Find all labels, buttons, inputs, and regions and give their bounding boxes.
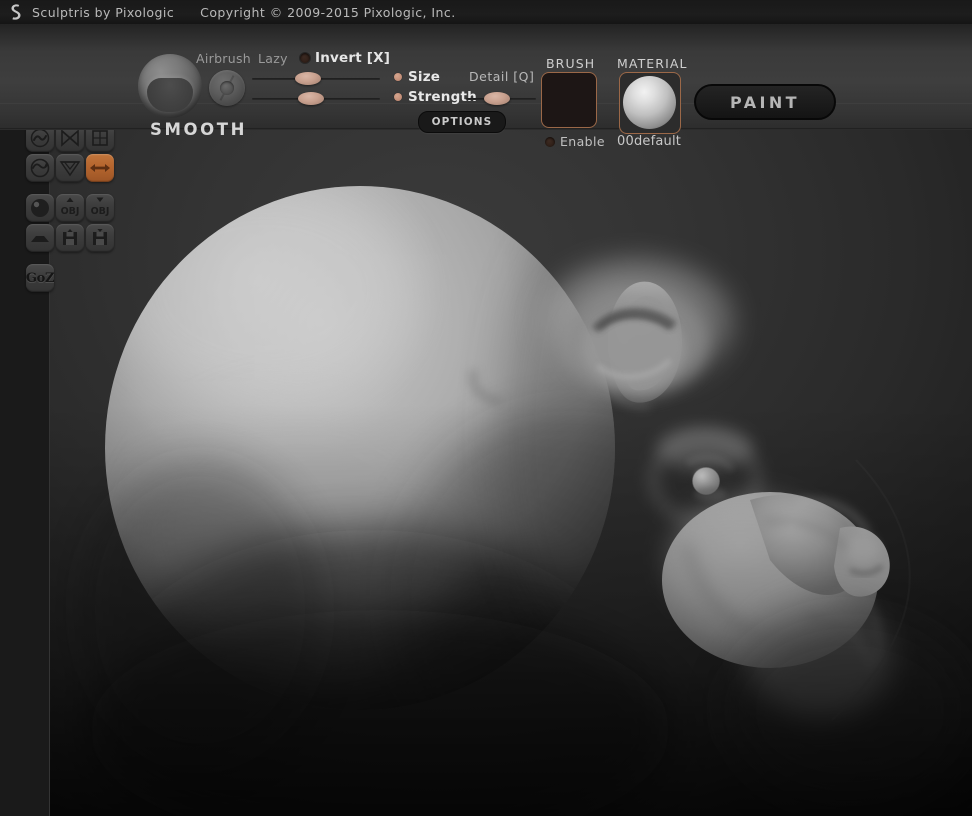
wireframe-grid-icon <box>90 128 110 148</box>
brush-color-swatch[interactable] <box>541 72 597 128</box>
svg-text:OBJ: OBJ <box>61 206 80 217</box>
top-toolbar-panel: SMOOTH Airbrush Lazy Invert [X] Size Str… <box>0 24 972 149</box>
brush-preview-dome <box>147 78 193 112</box>
tool-button-subdivide[interactable] <box>56 154 84 182</box>
reduce-brush-icon <box>29 127 51 149</box>
size-slider-handle[interactable] <box>295 72 321 85</box>
tool-button-plane[interactable] <box>26 224 54 252</box>
options-button[interactable]: OPTIONS <box>418 111 506 133</box>
tool-button-mirror[interactable] <box>26 154 54 182</box>
title-bar: Sculptris by Pixologic Copyright © 2009-… <box>0 0 972 24</box>
strength-toggle-dot[interactable] <box>394 93 402 101</box>
copyright-text: Copyright © 2009-2015 Pixologic, Inc. <box>200 4 456 20</box>
material-name-label: 00default <box>617 134 682 149</box>
tool-button-goz[interactable]: GoZ <box>26 264 54 292</box>
save-file-icon <box>90 228 110 248</box>
brush-section-caption: BRUSH <box>546 56 596 71</box>
open-file-icon <box>60 228 80 248</box>
sculptris-s-logo-icon <box>8 3 24 21</box>
strength-slider-handle[interactable] <box>298 92 324 105</box>
app-title: Sculptris by Pixologic <box>32 4 175 20</box>
detail-slider-handle[interactable] <box>484 92 510 105</box>
obj-import-icon: OBJ <box>58 197 82 219</box>
airbrush-dial-icon[interactable] <box>209 70 245 106</box>
plane-icon <box>29 228 51 248</box>
paint-mode-button[interactable]: PAINT <box>694 84 836 120</box>
tool-button-import-obj[interactable]: OBJ <box>56 194 84 222</box>
size-label: Size <box>408 69 441 85</box>
goz-icon: GoZ <box>25 270 55 286</box>
brush-preview-sphere-icon[interactable] <box>138 54 202 118</box>
tool-button-save-file[interactable] <box>86 224 114 252</box>
tool-button-symmetry[interactable] <box>86 154 114 182</box>
size-toggle-dot[interactable] <box>394 73 402 81</box>
tool-button-sphere[interactable] <box>26 194 54 222</box>
enable-checkbox[interactable] <box>545 137 555 147</box>
enable-label: Enable <box>560 134 605 149</box>
subdivide-v-icon <box>59 157 81 179</box>
symmetry-arrows-icon <box>89 157 111 179</box>
tool-button-export-obj[interactable]: OBJ <box>86 194 114 222</box>
muzzle <box>662 492 970 800</box>
mirror-circle-icon <box>29 157 51 179</box>
obj-export-icon: OBJ <box>88 197 112 219</box>
strength-label: Strength <box>408 89 477 105</box>
sphere-object-icon <box>29 197 51 219</box>
material-sphere-icon <box>623 76 676 129</box>
airbrush-label: Airbrush <box>196 51 251 66</box>
bear-head-sculpt-model[interactable] <box>50 130 972 816</box>
tool-button-open-file[interactable] <box>56 224 84 252</box>
options-button-label: OPTIONS <box>431 116 493 128</box>
airbrush-dial-indicator <box>219 75 235 101</box>
current-brush-name: SMOOTH <box>150 120 248 139</box>
invert-label: Invert [X] <box>315 50 391 66</box>
invert-checkbox[interactable] <box>300 53 310 63</box>
mask-x-icon <box>59 127 81 149</box>
material-swatch-button[interactable] <box>619 72 681 134</box>
sculptris-app-window: Sculptris by Pixologic Copyright © 2009-… <box>0 0 972 816</box>
svg-text:OBJ: OBJ <box>91 206 110 217</box>
lazy-label: Lazy <box>258 51 288 66</box>
paint-button-label: PAINT <box>730 92 800 112</box>
material-section-caption: MATERIAL <box>617 56 688 71</box>
detail-label: Detail [Q] <box>469 69 535 84</box>
sculpt-viewport[interactable] <box>50 130 972 816</box>
